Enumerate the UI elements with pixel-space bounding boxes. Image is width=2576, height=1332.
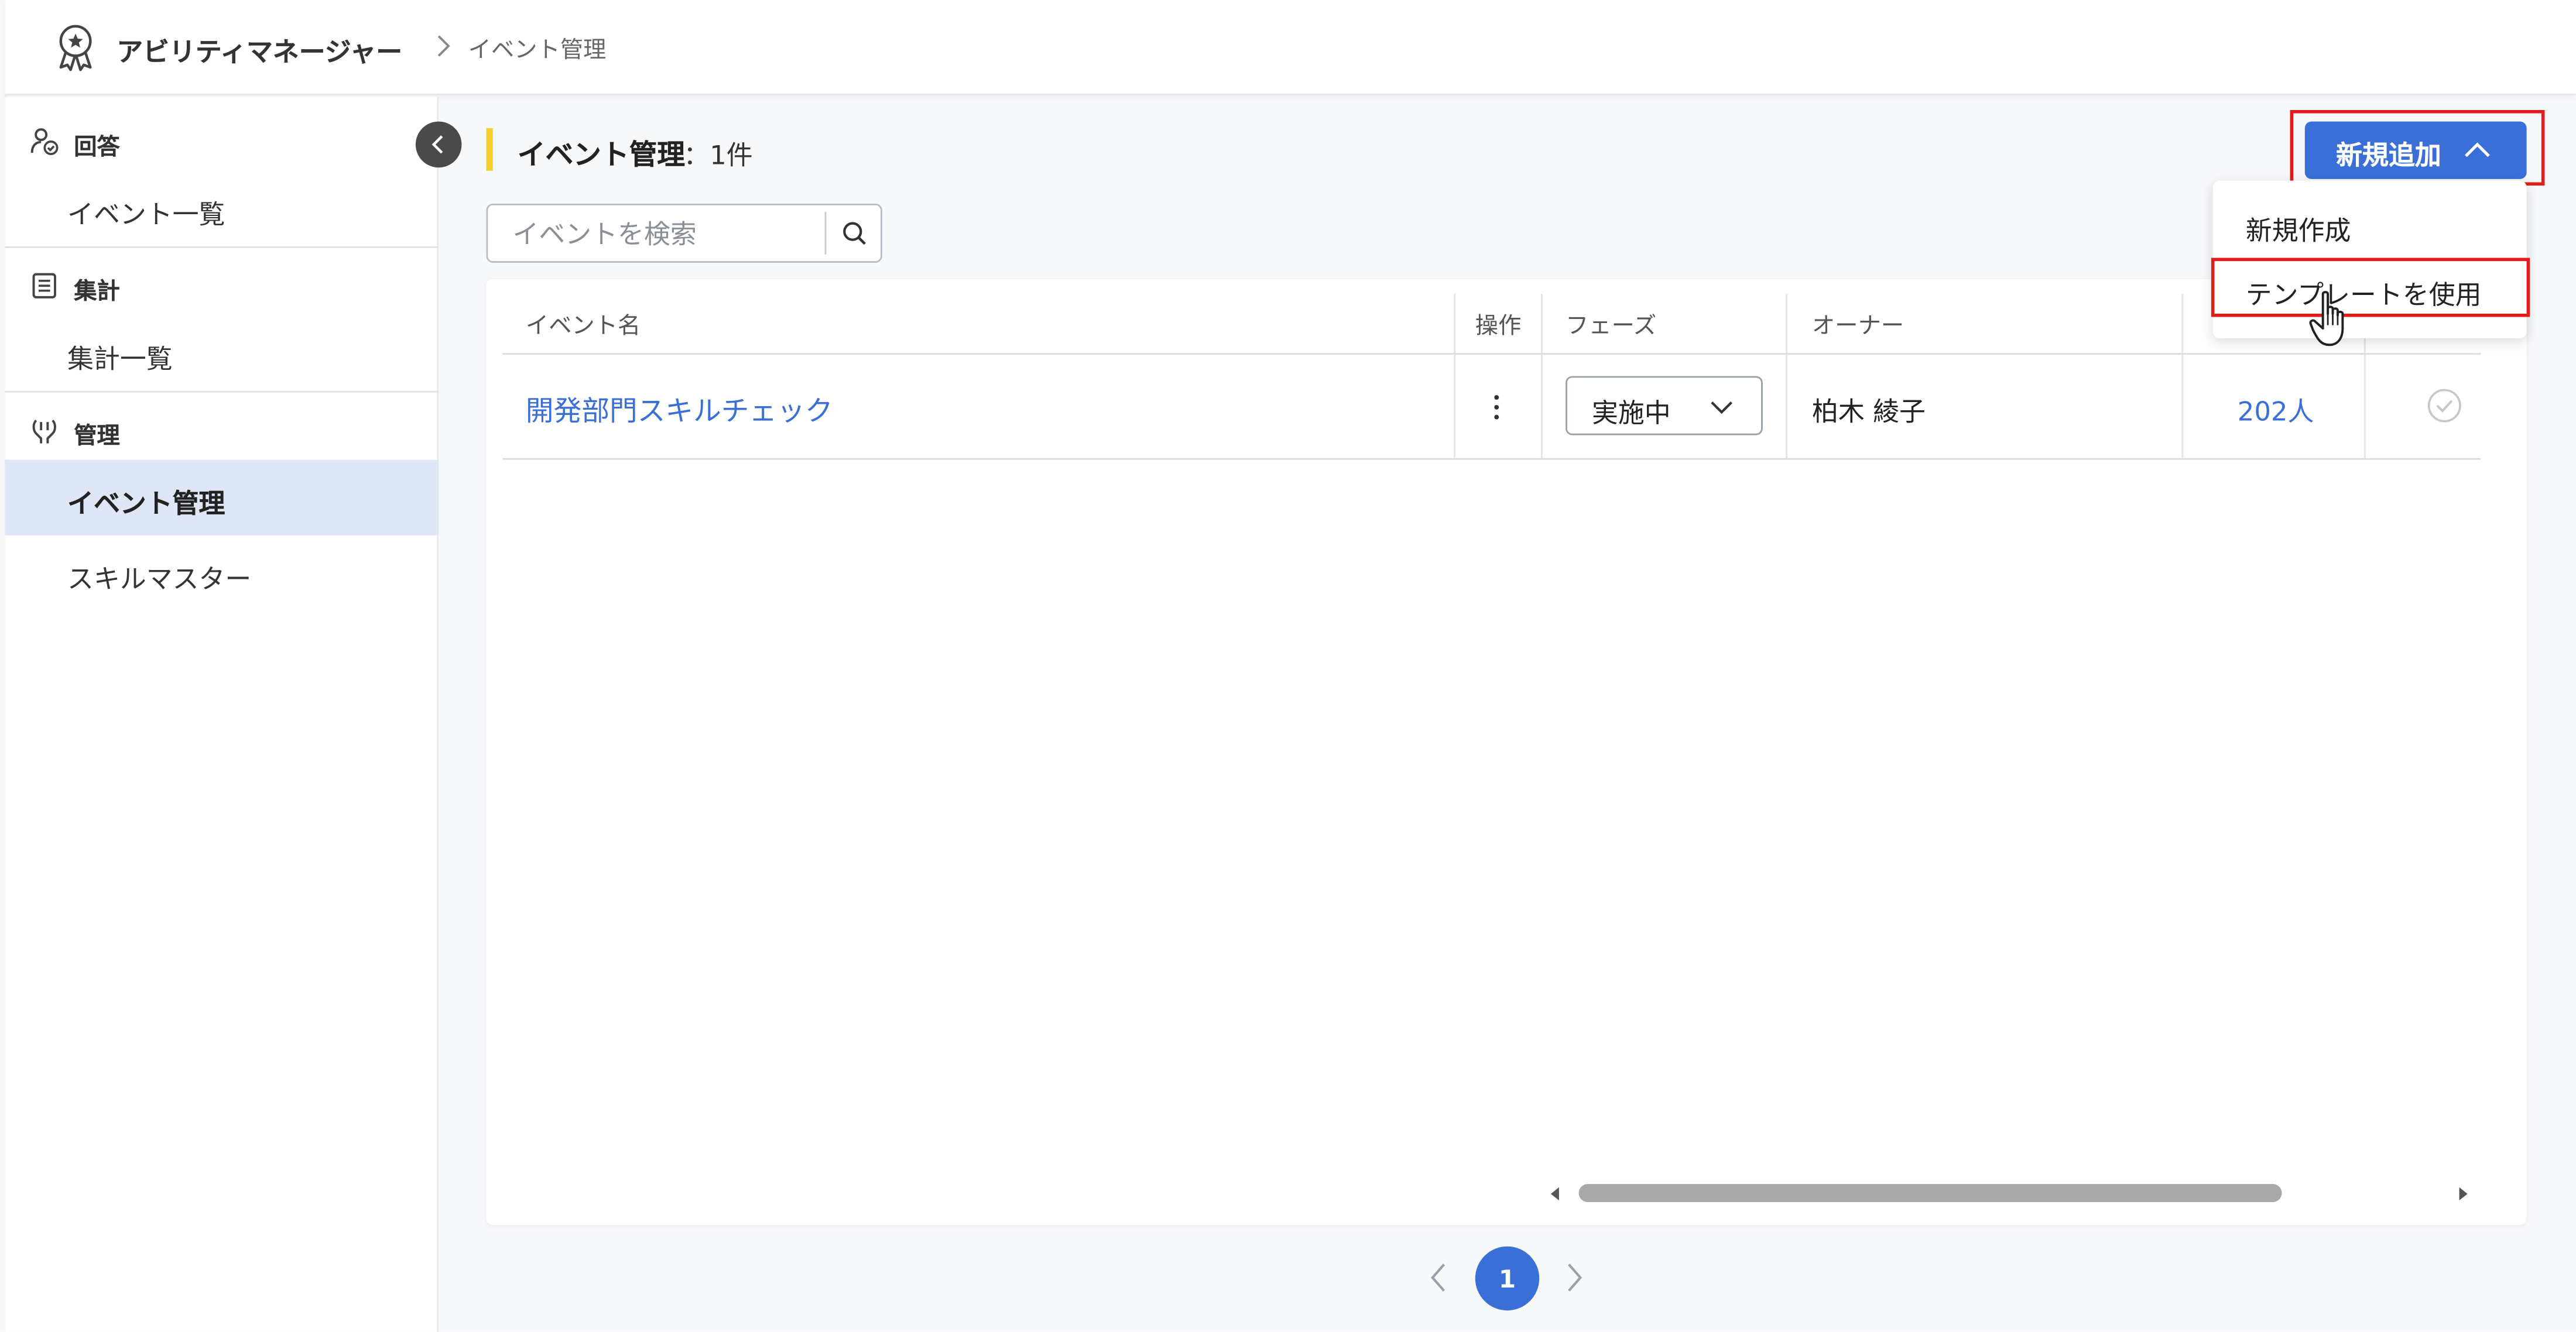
phase-select[interactable]: 実施中 <box>1566 376 1763 435</box>
column-header-event-name[interactable]: イベント名 <box>526 309 640 342</box>
column-divider <box>1786 294 1787 458</box>
table-row-divider <box>502 458 2481 460</box>
chevron-left-icon <box>431 135 443 154</box>
search-icon <box>843 222 866 245</box>
column-header-owner[interactable]: オーナー <box>1812 309 1904 342</box>
participant-count-link[interactable]: 202人 <box>2238 389 2314 428</box>
column-header-phase[interactable]: フェーズ <box>1566 309 1656 342</box>
sidebar-item-skill-master[interactable]: スキルマスター <box>5 535 439 611</box>
pagination-prev-icon[interactable] <box>1423 1258 1455 1297</box>
breadcrumb-current: イベント管理 <box>468 37 607 64</box>
list-document-icon <box>32 273 56 298</box>
sidebar: 回答 イベント一覧 集計 集計一覧 管理 イベント管理 スキルマスター <box>5 97 439 1332</box>
header-row-divider <box>502 353 2481 355</box>
column-divider <box>1454 294 1456 458</box>
sidebar-section-label: 集計 <box>74 279 120 305</box>
top-header: アビリティマネージャー イベント管理 <box>5 0 2576 95</box>
chevron-down-icon <box>1711 401 1733 414</box>
column-divider <box>1541 294 1543 458</box>
more-vertical-icon[interactable] <box>1482 387 1512 427</box>
sidebar-section-answers: 回答 <box>5 104 439 176</box>
award-badge-icon <box>59 25 92 71</box>
phase-select-value: 実施中 <box>1592 397 1671 429</box>
manage-icon <box>32 419 56 444</box>
title-accent-bar <box>486 128 493 171</box>
app-name-link[interactable]: アビリティマネージャー <box>117 30 402 69</box>
column-header-operation: 操作 <box>1475 313 1522 340</box>
event-table: イベント名 操作 フェーズ オーナー 開発部門スキルチェック 実施中 柏木 綾子… <box>486 279 2527 1225</box>
sidebar-section-label: 管理 <box>74 423 120 450</box>
pagination-page-button[interactable]: 1 <box>1475 1246 1540 1311</box>
column-divider <box>2181 294 2184 458</box>
owner-name: 柏木 綾子 <box>1812 396 1926 427</box>
chevron-up-icon <box>2465 142 2490 157</box>
sidebar-section-label: 回答 <box>74 135 120 161</box>
hand-pointer-icon <box>2309 291 2344 346</box>
page-title: イベント管理 <box>517 139 686 173</box>
sidebar-item-event-list[interactable]: イベント一覧 <box>5 171 439 246</box>
sidebar-section-manage: 管理 <box>5 393 439 465</box>
sidebar-item-label: スキルマスター <box>67 563 252 595</box>
sidebar-item-label: イベント一覧 <box>67 198 225 230</box>
person-check-icon <box>30 128 59 156</box>
menu-item-label: 新規作成 <box>2245 215 2351 246</box>
sidebar-item-event-manage[interactable]: イベント管理 <box>5 459 439 535</box>
search-box <box>486 203 882 263</box>
chevron-right-icon <box>437 35 450 57</box>
sidebar-section-aggregate: 集計 <box>5 248 439 320</box>
event-name-link[interactable]: 開発部門スキルチェック <box>526 387 833 428</box>
menu-item-highlight <box>2211 258 2530 317</box>
scroll-left-arrow-icon[interactable] <box>1547 1186 1564 1202</box>
pagination-next-icon[interactable] <box>1557 1258 1590 1297</box>
menu-item-create-new[interactable]: 新規作成 <box>2213 194 2527 256</box>
horizontal-scrollbar[interactable] <box>1547 1179 2471 1209</box>
sidebar-collapse-button[interactable] <box>415 121 462 168</box>
search-button[interactable] <box>826 205 882 261</box>
scrollbar-thumb[interactable] <box>1578 1184 2282 1202</box>
search-input[interactable] <box>488 205 825 262</box>
record-count: ：1件 <box>683 139 753 171</box>
add-new-button[interactable]: 新規追加 <box>2304 121 2527 179</box>
scroll-right-arrow-icon[interactable] <box>2454 1186 2471 1202</box>
sidebar-item-label: イベント管理 <box>67 488 225 519</box>
sidebar-item-label: 集計一覧 <box>67 343 173 375</box>
sidebar-item-aggregate-list[interactable]: 集計一覧 <box>5 315 439 391</box>
app-window: アビリティマネージャー イベント管理 回答 イベント一覧 集計 集計一覧 管理 … <box>0 0 2576 1332</box>
add-new-button-label: 新規追加 <box>2336 139 2441 171</box>
check-circle-icon <box>2427 389 2461 423</box>
